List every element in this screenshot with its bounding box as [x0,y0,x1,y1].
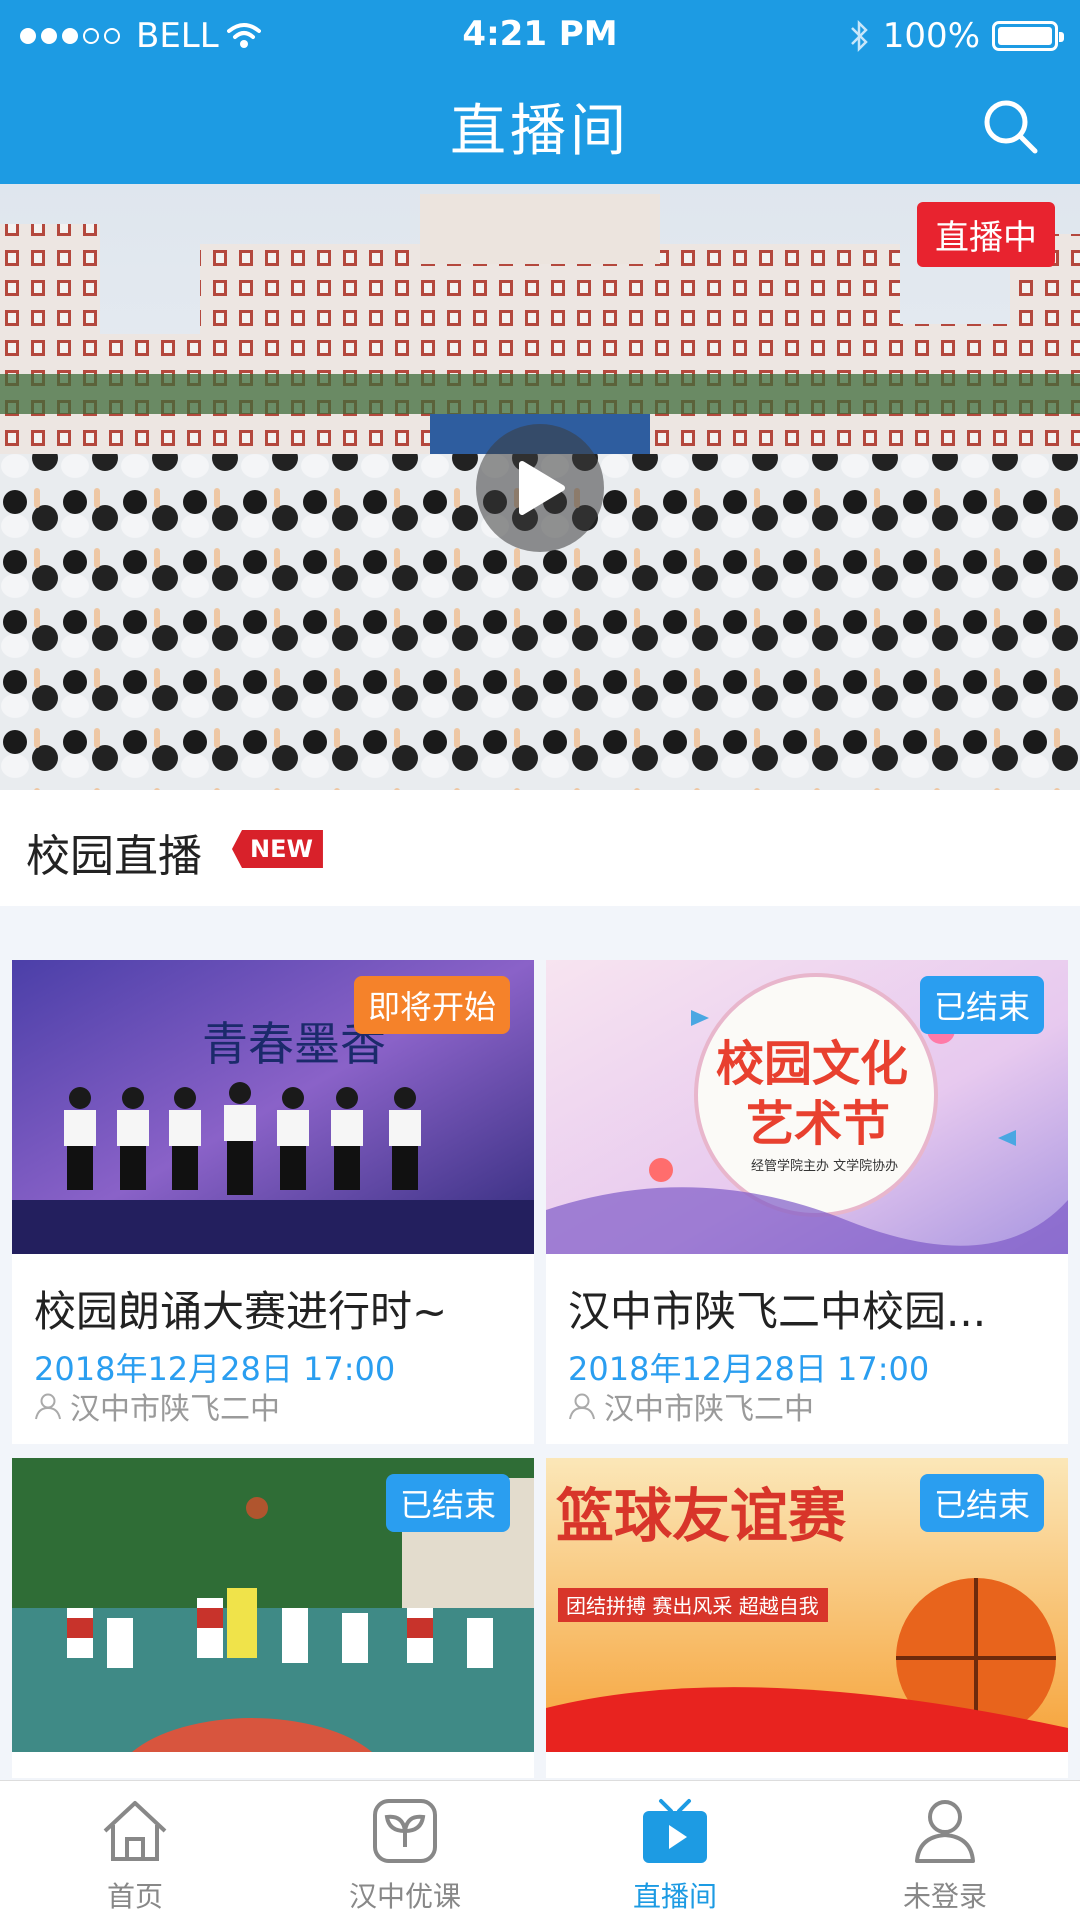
new-badge: NEW [232,830,323,868]
status-badge: 已结束 [385,1474,510,1532]
status-bar: BELL 4:21 PM 100% [0,0,1080,72]
home-icon [103,1801,167,1861]
basketball-subtitle: 团结拼搏 赛出风采 超越自我 [566,1594,819,1618]
bluetooth-icon [850,19,868,53]
status-badge: 已结束 [919,976,1044,1034]
tab-courses[interactable]: 汉中优课 [270,1781,540,1920]
festival-title-line1: 校园文化 [716,1036,908,1092]
card-title: 汉中市陕飞二中校园... [568,1287,987,1336]
tab-label: 首页 [106,1880,163,1913]
hero-live-banner[interactable]: 直播中 [0,184,1080,790]
tab-label: 汉中优课 [348,1880,461,1913]
top-header: BELL 4:21 PM 100% 直播间 [0,0,1080,184]
card-org: 汉中市陕飞二中 [568,1384,814,1428]
app-root: BELL 4:21 PM 100% 直播间 直播中 校园直播 NEW 青春墨香 … [0,0,1080,1920]
tv-icon [643,1799,707,1863]
card-thumbnail: 校园文化 艺术节 经管学院主办 文学院协办 已结束 [546,960,1068,1254]
tab-account[interactable]: 未登录 [810,1781,1080,1920]
user-icon [35,1393,61,1420]
status-badge: 即将开始 [353,976,510,1034]
live-card[interactable]: 青春墨香 即将开始 校园朗诵大赛进行时~ 2018年12月28日 17:00 汉… [12,960,534,1444]
page-title: 直播间 [450,99,630,164]
sprout-icon [373,1799,437,1863]
section-header: 校园直播 NEW [0,790,1080,906]
tab-home[interactable]: 首页 [0,1781,270,1920]
status-right: 100% [849,16,1064,56]
live-status-badge: 直播中 [917,202,1055,267]
basketball-title: 篮球友谊赛 [556,1482,847,1550]
user-icon [569,1393,595,1420]
play-icon[interactable] [476,424,604,552]
festival-title-line2: 艺术节 [746,1096,890,1152]
search-icon[interactable] [980,96,1042,158]
card-title: 校园朗诵大赛进行时~ [34,1287,448,1336]
tab-live[interactable]: 直播间 [540,1781,810,1920]
battery-percent: 100% [882,16,980,56]
live-card[interactable]: 已结束 [12,1458,534,1778]
user-icon [915,1800,975,1863]
tab-label: 直播间 [632,1880,717,1913]
live-card[interactable]: 校园文化 艺术节 经管学院主办 文学院协办 已结束 汉中市陕飞二中校园... 2… [546,960,1068,1444]
card-thumbnail: 篮球友谊赛 团结拼搏 赛出风采 超越自我 已结束 [546,1458,1068,1752]
festival-subtitle: 经管学院主办 文学院协办 [751,1158,898,1174]
live-card[interactable]: 篮球友谊赛 团结拼搏 赛出风采 超越自我 已结束 [546,1458,1068,1778]
battery-icon [992,21,1064,51]
bottom-tab-bar: 首页 汉中优课 直播间 未登录 [0,1780,1080,1920]
status-badge: 已结束 [919,1474,1044,1532]
card-org-name: 汉中市陕飞二中 [70,1392,280,1427]
card-thumbnail: 已结束 [12,1458,534,1752]
card-thumbnail: 青春墨香 即将开始 [12,960,534,1254]
card-org-name: 汉中市陕飞二中 [604,1392,814,1427]
tab-label: 未登录 [902,1880,987,1913]
section-title: 校园直播 [26,831,202,882]
card-org: 汉中市陕飞二中 [34,1384,280,1428]
